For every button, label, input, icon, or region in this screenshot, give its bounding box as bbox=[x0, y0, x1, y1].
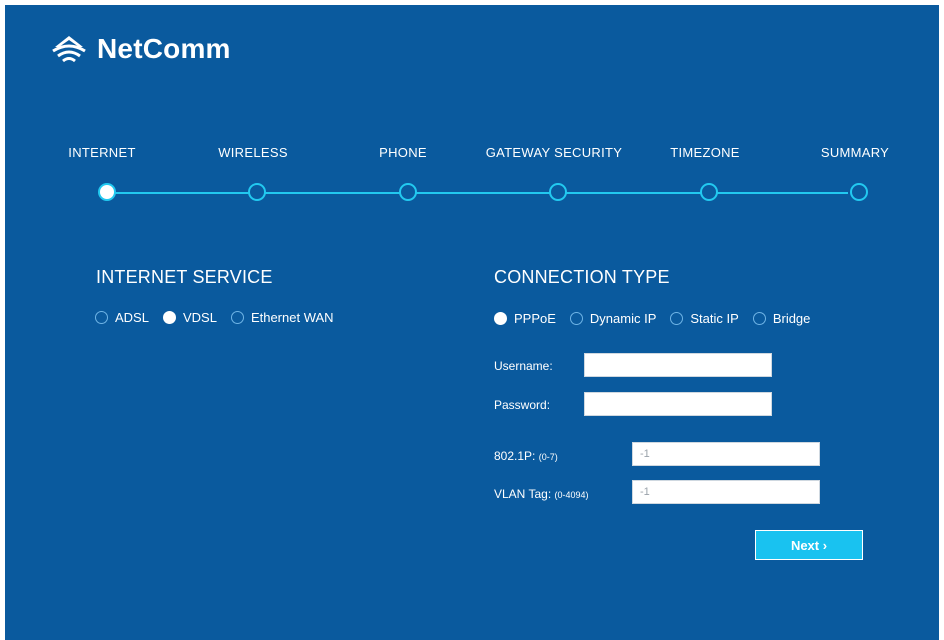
step-node-wireless[interactable] bbox=[248, 183, 266, 201]
internet-service-title: INTERNET SERVICE bbox=[96, 267, 273, 287]
radio-static-ip[interactable]: Static IP bbox=[670, 311, 739, 326]
radio-bridge[interactable]: Bridge bbox=[752, 311, 811, 326]
password-label: Password: bbox=[494, 398, 551, 412]
radio-pppoe-indicator[interactable] bbox=[494, 312, 507, 325]
radio-vdsl-label: VDSL bbox=[182, 310, 217, 325]
radio-ethernet-wan-indicator[interactable] bbox=[230, 311, 244, 324]
step-label-timezone: TIMEZONE bbox=[670, 145, 740, 160]
radio-pppoe-label: PPPoE bbox=[514, 311, 556, 326]
password-input[interactable] bbox=[584, 392, 772, 416]
priority-input[interactable] bbox=[632, 442, 820, 466]
username-label: Username: bbox=[494, 359, 553, 373]
radio-vdsl-indicator[interactable] bbox=[162, 311, 176, 324]
step-label-gateway-security: GATEWAY SECURITY bbox=[485, 145, 623, 160]
radio-adsl[interactable]: ADSL bbox=[95, 310, 149, 325]
connection-type-title: CONNECTION TYPE bbox=[494, 267, 670, 287]
radio-dynamic-ip-indicator[interactable] bbox=[569, 312, 583, 325]
vlan-label-text: VLAN Tag: bbox=[494, 487, 552, 501]
step-node-phone[interactable] bbox=[399, 183, 417, 201]
radio-ethernet-wan-label: Ethernet WAN bbox=[250, 310, 334, 325]
setup-wizard-panel: NetComm INTERNET WIRELESS PHONE GATEWAY … bbox=[5, 5, 939, 640]
step-node-internet[interactable] bbox=[98, 183, 116, 201]
step-label-internet: INTERNET bbox=[68, 145, 136, 160]
radio-ethernet-wan[interactable]: Ethernet WAN bbox=[230, 310, 334, 325]
radio-static-ip-label: Static IP bbox=[690, 311, 739, 326]
priority-label: 802.1P: (0-7) bbox=[494, 449, 558, 463]
vlan-range-hint: (0-4094) bbox=[554, 490, 589, 500]
step-node-summary[interactable] bbox=[850, 183, 868, 201]
next-button[interactable]: Next › bbox=[755, 530, 863, 560]
netcomm-logo: NetComm bbox=[49, 33, 231, 65]
wifi-icon bbox=[52, 36, 86, 63]
vlan-label: VLAN Tag: (0-4094) bbox=[494, 487, 589, 501]
brand-name: NetComm bbox=[97, 33, 231, 64]
priority-range-hint: (0-7) bbox=[538, 452, 558, 462]
radio-pppoe[interactable]: PPPoE bbox=[494, 311, 556, 326]
step-node-timezone[interactable] bbox=[700, 183, 718, 201]
internet-service-options: ADSL VDSL Ethernet WAN bbox=[95, 310, 348, 325]
radio-dynamic-ip-label: Dynamic IP bbox=[589, 311, 657, 326]
radio-bridge-label: Bridge bbox=[772, 311, 811, 326]
radio-static-ip-indicator[interactable] bbox=[670, 312, 684, 325]
step-label-wireless: WIRELESS bbox=[218, 145, 288, 160]
priority-label-text: 802.1P: bbox=[494, 449, 536, 463]
vlan-tag-input[interactable] bbox=[632, 480, 820, 504]
radio-adsl-label: ADSL bbox=[115, 310, 149, 325]
radio-vdsl[interactable]: VDSL bbox=[162, 310, 217, 325]
step-label-phone: PHONE bbox=[379, 145, 427, 160]
radio-bridge-indicator[interactable] bbox=[752, 312, 766, 325]
step-label-summary: SUMMARY bbox=[820, 145, 890, 160]
radio-adsl-indicator[interactable] bbox=[95, 311, 108, 324]
progress-line bbox=[109, 192, 848, 194]
step-node-gateway-security[interactable] bbox=[549, 183, 567, 201]
username-input[interactable] bbox=[584, 353, 772, 377]
radio-dynamic-ip[interactable]: Dynamic IP bbox=[569, 311, 657, 326]
connection-type-options: PPPoE Dynamic IP Static IP Bridge bbox=[494, 311, 824, 326]
